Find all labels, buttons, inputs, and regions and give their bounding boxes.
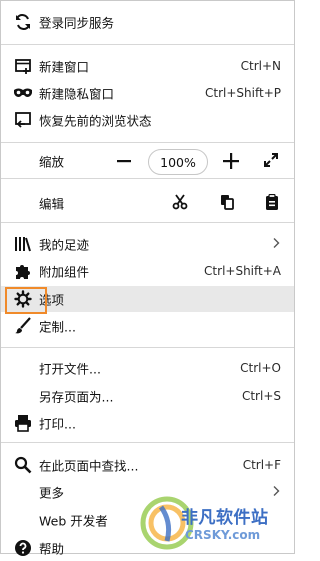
menu-item-open-file[interactable]: 打开文件... Ctrl+O xyxy=(1,355,294,381)
paste-button[interactable] xyxy=(262,193,282,213)
library-icon xyxy=(13,234,33,254)
app-menu-panel: 登录同步服务 新建窗口 Ctrl+N 新建隐私窗口 Ctrl+Shift+P 恢… xyxy=(0,0,295,557)
puzzle-icon xyxy=(13,261,33,281)
addons-label: 附加组件 xyxy=(39,264,90,280)
addons-shortcut: Ctrl+Shift+A xyxy=(204,264,281,278)
search-icon xyxy=(13,455,33,475)
sync-icon xyxy=(13,12,33,32)
menu-item-print[interactable]: 打印... xyxy=(1,410,294,436)
open-file-shortcut: Ctrl+O xyxy=(240,361,281,375)
copy-button[interactable] xyxy=(217,193,237,213)
restore-icon xyxy=(13,110,33,130)
menu-item-addons[interactable]: 附加组件 Ctrl+Shift+A xyxy=(1,258,294,284)
zoom-out-button[interactable] xyxy=(113,151,135,171)
zoom-in-button[interactable] xyxy=(220,151,242,171)
find-shortcut: Ctrl+F xyxy=(242,458,281,472)
new-window-shortcut: Ctrl+N xyxy=(240,59,281,73)
menu-item-private-window[interactable]: 新建隐私窗口 Ctrl+Shift+P xyxy=(1,80,294,106)
highlight-box xyxy=(5,287,47,314)
zoom-label: 缩放 xyxy=(39,154,65,170)
cut-button[interactable] xyxy=(170,193,190,213)
private-window-label: 新建隐私窗口 xyxy=(39,86,115,102)
brush-icon xyxy=(13,316,33,336)
zoom-reset-button[interactable]: 100% xyxy=(148,149,208,175)
edit-row: 编辑 xyxy=(1,190,294,216)
private-mask-icon xyxy=(13,83,33,103)
fullscreen-icon xyxy=(263,152,279,171)
menu-item-restore-session[interactable]: 恢复先前的浏览状态 xyxy=(1,107,294,133)
menu-item-find[interactable]: 在此页面中查找... Ctrl+F xyxy=(1,452,294,478)
scissors-icon xyxy=(172,193,188,213)
library-label: 我的足迹 xyxy=(39,237,90,253)
separator xyxy=(1,44,294,45)
clipboard-icon xyxy=(265,193,279,213)
chevron-right-icon xyxy=(273,237,280,252)
open-file-label: 打开文件... xyxy=(39,361,101,377)
find-label: 在此页面中查找... xyxy=(39,458,139,474)
menu-item-new-window[interactable]: 新建窗口 Ctrl+N xyxy=(1,53,294,79)
private-window-shortcut: Ctrl+Shift+P xyxy=(205,86,281,100)
printer-icon xyxy=(13,413,33,433)
menu-item-library[interactable]: 我的足迹 xyxy=(1,231,294,257)
watermark-title: 非凡软件站 xyxy=(181,508,269,528)
menu-item-customize[interactable]: 定制... xyxy=(1,313,294,339)
menu-item-save-as[interactable]: 另存页面为... Ctrl+S xyxy=(1,383,294,409)
save-as-shortcut: Ctrl+S xyxy=(241,389,281,403)
separator xyxy=(1,347,294,348)
watermark-sub: CRSKY.com xyxy=(185,528,261,542)
watermark-logo: 非凡软件站 CRSKY.com xyxy=(137,485,295,555)
web-developer-label: Web 开发者 xyxy=(39,513,108,529)
new-window-icon xyxy=(13,56,33,76)
customize-label: 定制... xyxy=(39,319,76,335)
edit-label: 编辑 xyxy=(39,196,65,212)
copy-icon xyxy=(219,194,235,213)
separator xyxy=(1,178,294,179)
separator xyxy=(1,142,294,143)
help-icon xyxy=(13,538,33,558)
sync-label: 登录同步服务 xyxy=(39,15,115,31)
help-label: 帮助 xyxy=(39,541,65,557)
save-as-label: 另存页面为... xyxy=(39,389,114,405)
fullscreen-button[interactable] xyxy=(260,151,282,171)
more-label: 更多 xyxy=(39,485,65,501)
print-label: 打印... xyxy=(39,416,76,432)
separator xyxy=(1,222,294,223)
new-window-label: 新建窗口 xyxy=(39,59,90,75)
separator xyxy=(1,442,294,443)
menu-item-sync[interactable]: 登录同步服务 xyxy=(1,9,294,35)
restore-session-label: 恢复先前的浏览状态 xyxy=(39,113,152,129)
zoom-value: 100% xyxy=(160,154,196,170)
